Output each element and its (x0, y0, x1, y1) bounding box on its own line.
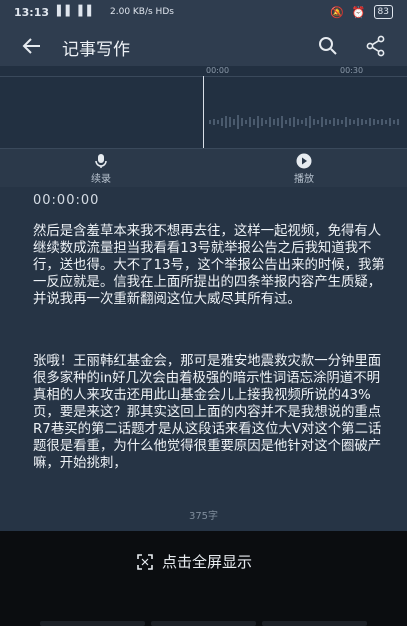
character-count: 375字 (188, 511, 219, 522)
signal-icon: ▐▐ ▐▐ (53, 6, 92, 17)
play-label: 播放 (294, 174, 314, 185)
search-icon[interactable] (316, 34, 340, 58)
paragraph-timestamp: 00:00:00 (33, 193, 100, 208)
note-paragraph[interactable]: 张哦！王丽韩红基金会，那可是雅安地震救灾款一分钟里面很多家种的in好几次会由着极… (33, 353, 389, 472)
network-speed: 2.00 KB/s HDs (110, 7, 174, 17)
continue-record-button[interactable]: 续录 (71, 153, 131, 185)
play-icon (296, 153, 312, 169)
app-bar: 记事写作 (0, 26, 407, 66)
record-label: 续录 (91, 174, 111, 185)
fullscreen-label: 点击全屏显示 (162, 553, 253, 571)
bottom-bar: 点击全屏显示 (0, 531, 407, 626)
fullscreen-icon (137, 553, 153, 570)
status-time: 13:13 (14, 6, 50, 19)
page-title: 记事写作 (62, 40, 130, 60)
battery-indicator: 83 (373, 5, 393, 19)
playhead[interactable] (203, 76, 204, 148)
playback-controls: 续录 播放 (0, 148, 407, 188)
bottom-nav-hint (40, 621, 367, 626)
alarm-icon: ⏰ (351, 5, 366, 19)
note-paragraph[interactable]: 然后是含羞草本来我不想再去往，这样一起视频，免得有人继续数成流量担当我看看13号… (33, 223, 389, 308)
status-bar: 13:13 ▐▐ ▐▐ 2.00 KB/s HDs 🔕 ⏰ 83 (0, 0, 407, 26)
ruler-tick: 00:30 (340, 66, 364, 75)
play-button[interactable]: 播放 (274, 153, 334, 185)
share-icon[interactable] (364, 34, 388, 58)
microphone-icon (95, 154, 107, 168)
mute-icon: 🔕 (330, 5, 344, 19)
back-arrow-icon[interactable] (20, 34, 44, 58)
fullscreen-button[interactable]: 点击全屏显示 (136, 551, 252, 572)
note-content[interactable]: 00:00:00 然后是含羞草本来我不想再去往，这样一起视频，免得有人继续数成流… (0, 187, 407, 531)
ruler-tick: 00:00 (206, 66, 230, 75)
waveform-area[interactable]: 00:00 00:30 (0, 66, 407, 148)
